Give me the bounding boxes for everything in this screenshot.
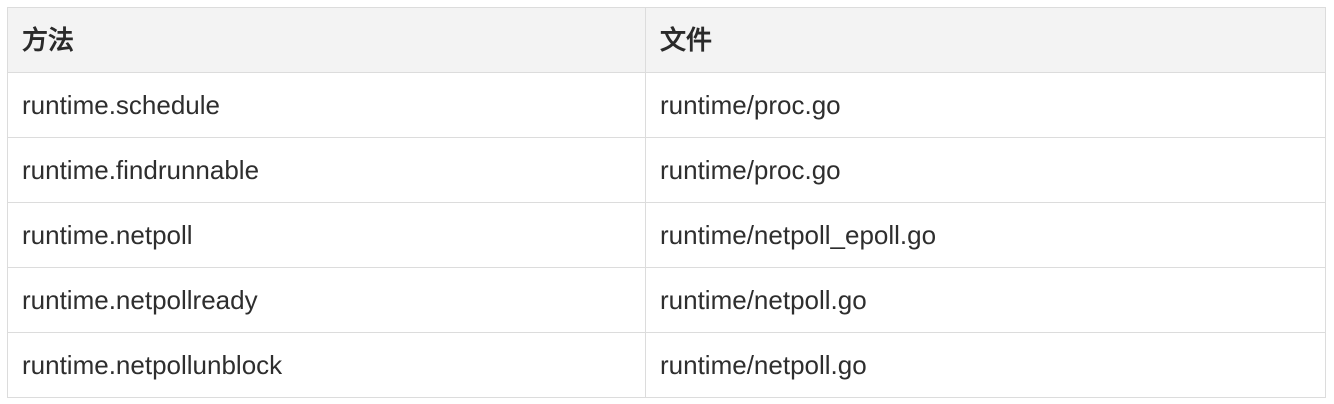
method-cell: runtime.netpoll xyxy=(7,202,646,268)
table-body: runtime.schedule runtime/proc.go runtime… xyxy=(7,72,1326,398)
method-cell: runtime.netpollunblock xyxy=(7,332,646,398)
data-table-container: 方法 文件 runtime.schedule runtime/proc.go r… xyxy=(7,7,1326,398)
file-cell: runtime/proc.go xyxy=(645,137,1326,203)
table-row: runtime.netpollunblock runtime/netpoll.g… xyxy=(7,332,1326,398)
file-cell: runtime/netpoll.go xyxy=(645,332,1326,398)
method-cell: runtime.netpollready xyxy=(7,267,646,333)
table-row: runtime.netpoll runtime/netpoll_epoll.go xyxy=(7,202,1326,268)
file-cell: runtime/netpoll_epoll.go xyxy=(645,202,1326,268)
table-row: runtime.findrunnable runtime/proc.go xyxy=(7,137,1326,203)
table-row: runtime.schedule runtime/proc.go xyxy=(7,72,1326,138)
method-cell: runtime.schedule xyxy=(7,72,646,138)
method-cell: runtime.findrunnable xyxy=(7,137,646,203)
file-cell: runtime/netpoll.go xyxy=(645,267,1326,333)
header-row: 方法 文件 xyxy=(7,7,1326,73)
table-row: runtime.netpollready runtime/netpoll.go xyxy=(7,267,1326,333)
file-cell: runtime/proc.go xyxy=(645,72,1326,138)
methods-files-table: 方法 文件 runtime.schedule runtime/proc.go r… xyxy=(7,7,1326,398)
header-file: 文件 xyxy=(645,7,1326,73)
header-method: 方法 xyxy=(7,7,646,73)
table-header: 方法 文件 xyxy=(7,7,1326,73)
